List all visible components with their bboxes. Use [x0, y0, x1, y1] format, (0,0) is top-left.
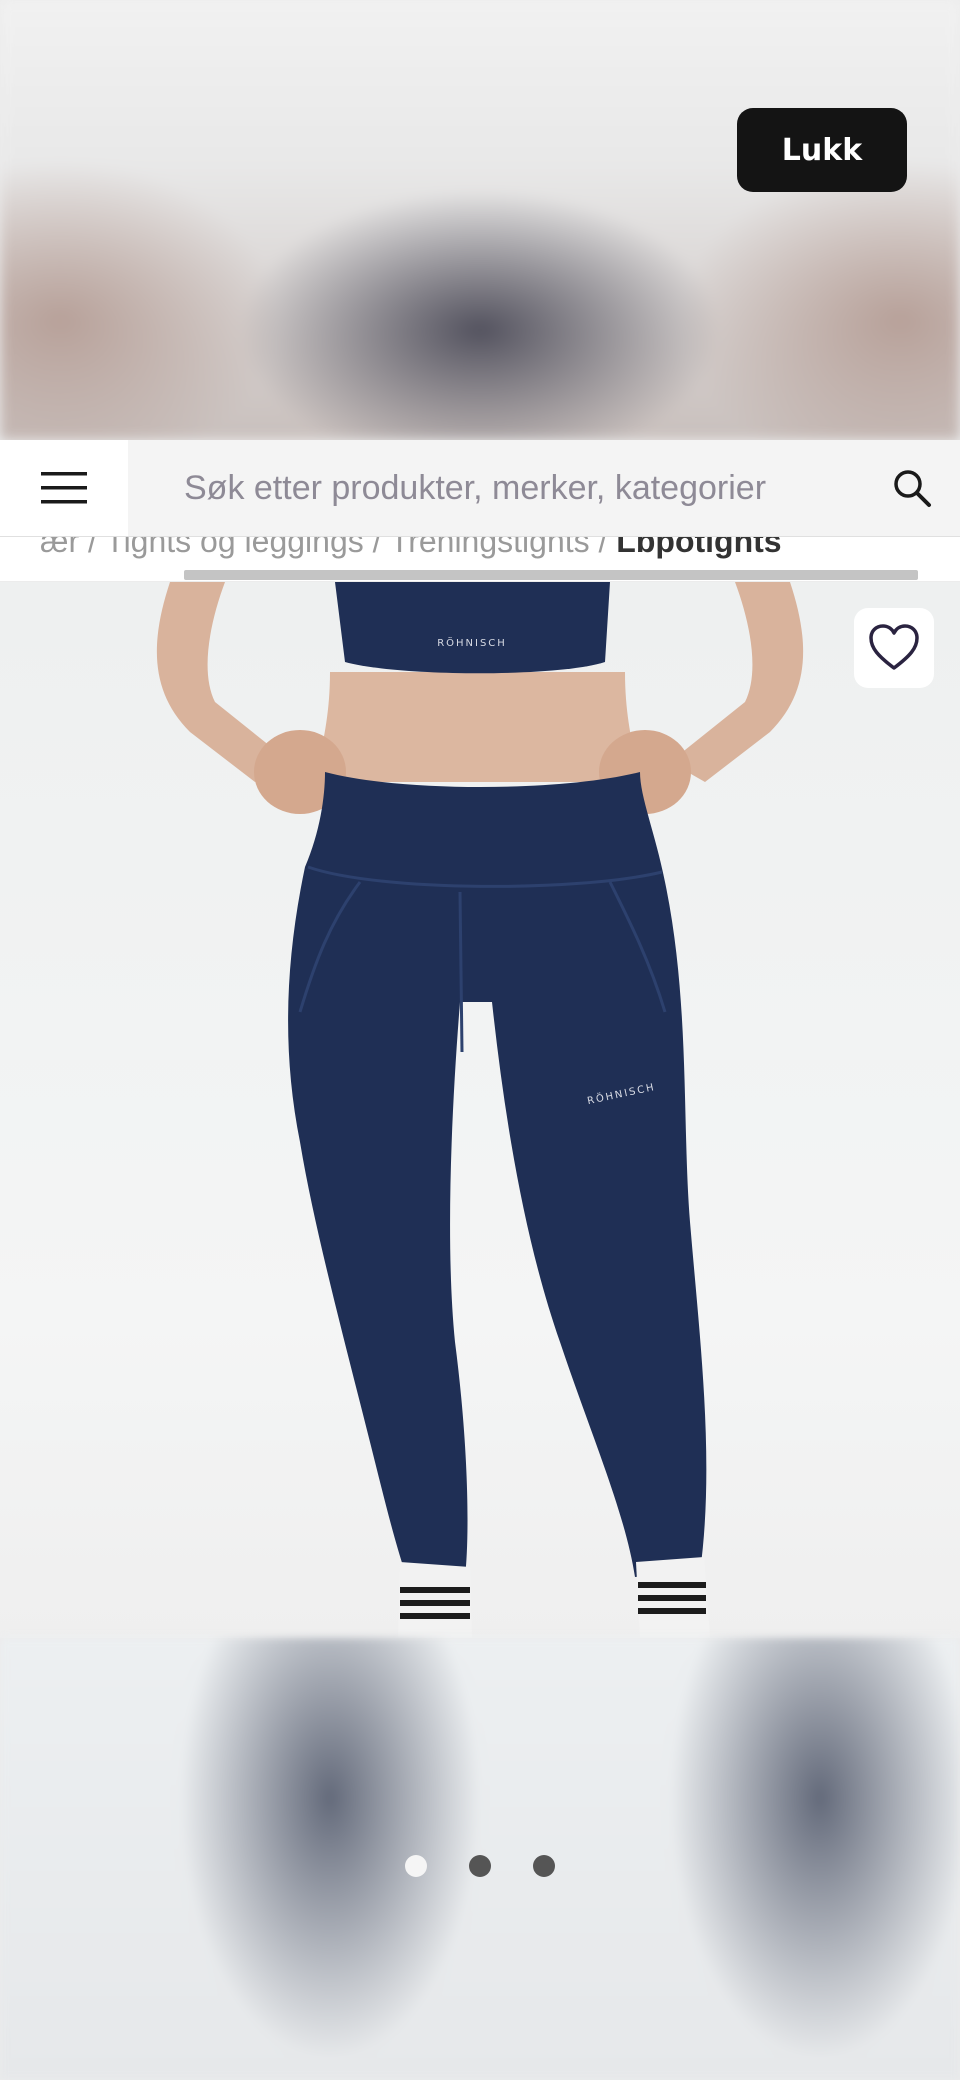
breadcrumb-separator: /: [598, 537, 608, 559]
heart-icon: [869, 624, 919, 670]
product-image[interactable]: RÖHNISCH RÖHNISCH: [0, 582, 960, 1638]
breadcrumb: ær / Tights og leggings / Treningstights…: [40, 537, 782, 560]
hamburger-menu-icon: [41, 472, 87, 504]
breadcrumb-item[interactable]: ær: [40, 537, 79, 559]
breadcrumb-item[interactable]: Tights og leggings: [105, 537, 364, 559]
breadcrumb-separator: /: [372, 537, 382, 559]
carousel-dot-1[interactable]: [405, 1855, 427, 1877]
breadcrumb-current: Lbpotights: [616, 537, 782, 559]
carousel-dot-3[interactable]: [533, 1855, 555, 1877]
site-header: Søk etter produkter, merker, kategorier: [0, 440, 960, 537]
close-button[interactable]: Lukk: [737, 108, 907, 192]
breadcrumb-scrollbar[interactable]: [184, 570, 918, 580]
top-brand-print: RÖHNISCH: [437, 636, 507, 649]
search-icon: [894, 470, 931, 507]
leggings-model-illustration: RÖHNISCH RÖHNISCH: [0, 582, 960, 1638]
search-button[interactable]: [864, 440, 960, 536]
breadcrumb-separator: /: [88, 537, 97, 559]
carousel-dots: [0, 1855, 960, 1879]
menu-button[interactable]: [0, 440, 128, 536]
blurred-image-backdrop-top: [0, 0, 960, 440]
search-input[interactable]: Søk etter produkter, merker, kategorier: [128, 469, 864, 508]
breadcrumb-item[interactable]: Treningstights: [390, 537, 590, 559]
carousel-dot-2[interactable]: [469, 1855, 491, 1877]
favorite-button[interactable]: [854, 608, 934, 688]
